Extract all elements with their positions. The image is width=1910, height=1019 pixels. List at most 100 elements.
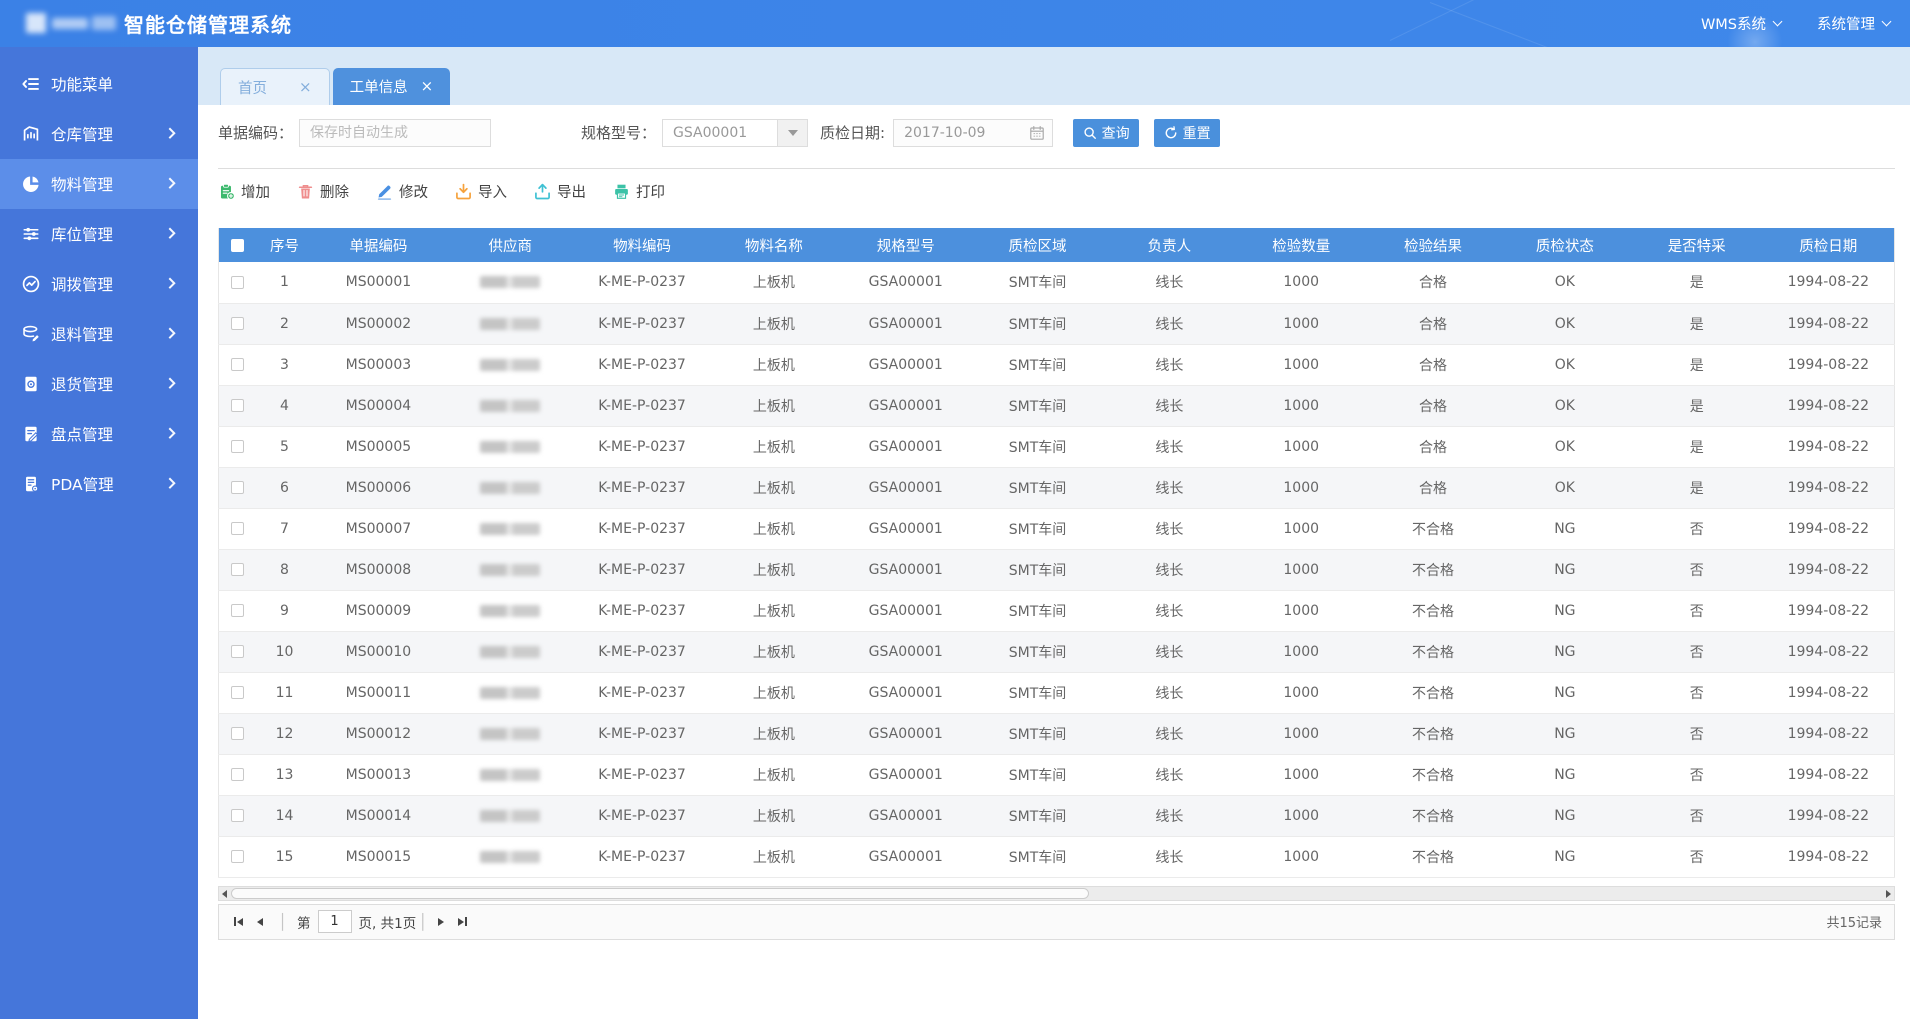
cell-单据编码: MS00012 — [312, 713, 445, 755]
scroll-right-icon[interactable] — [1886, 889, 1891, 898]
row-checkbox[interactable] — [231, 275, 245, 289]
sidebar-item-material[interactable]: 物料管理 — [0, 159, 198, 209]
chevron-right-icon — [164, 177, 176, 189]
last-page-button[interactable] — [455, 914, 470, 929]
edit-button[interactable]: 修改 — [376, 181, 428, 202]
cell-物料名称: 上板机 — [707, 426, 840, 468]
table-row[interactable]: 6 MS00006 K-ME-P-0237 上板机 GSA00001 SMT车间 线长 100… — [218, 467, 1895, 509]
table-row[interactable]: 1 MS00001 K-ME-P-0237 上板机 GSA00001 SMT车间 线长 100… — [218, 262, 1895, 304]
sidebar-item-warehouse[interactable]: 仓库管理 — [0, 109, 198, 159]
row-checkbox[interactable] — [231, 481, 245, 494]
table-row[interactable]: 11 MS00011 K-ME-P-0237 上板机 GSA00001 SMT车间 线长 10… — [218, 672, 1895, 714]
cell-质检状态: NG — [1498, 713, 1631, 755]
cell-检验数量: 1000 — [1235, 426, 1368, 468]
close-icon[interactable]: × — [299, 79, 312, 95]
cell-质检状态: NG — [1498, 795, 1631, 837]
export-button[interactable]: 导出 — [534, 181, 586, 202]
sidebar-item-location[interactable]: 库位管理 — [0, 209, 198, 259]
calendar-icon[interactable] — [1029, 125, 1045, 141]
print-icon — [613, 183, 630, 200]
table-row[interactable]: 10 MS00010 K-ME-P-0237 上板机 GSA00001 SMT车间 线长 10… — [218, 631, 1895, 673]
doc-code-input[interactable] — [299, 118, 492, 147]
cell-供应商 — [444, 590, 577, 632]
add-button[interactable]: 增加 — [218, 181, 270, 202]
scroll-left-icon[interactable] — [222, 889, 227, 898]
cell-负责人: 线长 — [1103, 344, 1236, 386]
first-page-button[interactable] — [231, 914, 246, 929]
table-header-row: 序号 单据编码 供应商 物料编码 物料名称 规格型号 质检区域 负责人 检验数量 检验结果 质检状态… — [218, 228, 1895, 262]
scrollbar-thumb[interactable] — [231, 887, 1089, 899]
row-checkbox[interactable] — [231, 727, 245, 740]
app-logo-blurred — [26, 10, 120, 38]
table-row[interactable]: 15 MS00015 K-ME-P-0237 上板机 GSA00001 SMT车间 线长 10… — [218, 836, 1895, 878]
select-all-checkbox[interactable] — [231, 238, 245, 252]
row-checkbox[interactable] — [231, 399, 245, 412]
tab-work-order[interactable]: 工单信息 × — [332, 68, 451, 105]
sidebar-item-material-return[interactable]: 退料管理 — [0, 309, 198, 359]
table-row[interactable]: 8 MS00008 K-ME-P-0237 上板机 GSA00001 SMT车间 线长 100… — [218, 549, 1895, 591]
cell-规格型号: GSA00001 — [839, 344, 972, 386]
row-checkbox[interactable] — [231, 686, 245, 699]
cell-检验结果: 不合格 — [1367, 590, 1499, 632]
table-row[interactable]: 3 MS00003 K-ME-P-0237 上板机 GSA00001 SMT车间 线长 100… — [218, 344, 1895, 386]
cell-物料编码: K-ME-P-0237 — [576, 426, 708, 468]
cell-质检日期: 1994-08-22 — [1762, 713, 1895, 755]
prev-page-button[interactable] — [254, 915, 266, 929]
row-checkbox[interactable] — [231, 645, 245, 658]
cell-检验数量: 1000 — [1235, 385, 1368, 427]
spec-input[interactable] — [663, 119, 778, 146]
row-checkbox[interactable] — [231, 809, 245, 822]
sidebar-item-function-menu[interactable]: 功能菜单 — [0, 59, 198, 109]
row-checkbox[interactable] — [231, 522, 245, 535]
row-checkbox[interactable] — [231, 440, 245, 453]
supplier-blurred-text — [480, 768, 541, 781]
search-button[interactable]: 查询 — [1073, 118, 1140, 147]
table-row[interactable]: 2 MS00002 K-ME-P-0237 上板机 GSA00001 SMT车间 线长 100… — [218, 303, 1895, 345]
page-number-input[interactable] — [317, 910, 352, 933]
next-page-button[interactable] — [435, 915, 447, 929]
header-menu-system[interactable]: 系统管理 — [1817, 13, 1892, 34]
sidebar-item-stocktake[interactable]: 盘点管理 — [0, 409, 198, 459]
sidebar-item-goods-return[interactable]: 退货管理 — [0, 359, 198, 409]
cell-负责人: 线长 — [1103, 426, 1236, 468]
sidebar-item-transfer[interactable]: 调拨管理 — [0, 259, 198, 309]
close-icon[interactable]: × — [421, 79, 434, 94]
cell-检验数量: 1000 — [1235, 754, 1368, 796]
cell-物料名称: 上板机 — [707, 385, 840, 427]
horizontal-scrollbar[interactable] — [218, 885, 1895, 901]
table-row[interactable]: 7 MS00007 K-ME-P-0237 上板机 GSA00001 SMT车间 线长 100… — [218, 508, 1895, 550]
delete-button[interactable]: 删除 — [297, 181, 349, 202]
row-checkbox[interactable] — [231, 604, 245, 617]
print-button[interactable]: 打印 — [613, 181, 665, 202]
table-row[interactable]: 12 MS00012 K-ME-P-0237 上板机 GSA00001 SMT车间 线长 10… — [218, 713, 1895, 755]
cell-质检日期: 1994-08-22 — [1762, 344, 1895, 386]
cell-物料名称: 上板机 — [707, 508, 840, 550]
cell-质检区域: SMT车间 — [971, 795, 1104, 837]
cell-负责人: 线长 — [1103, 672, 1236, 714]
row-checkbox[interactable] — [231, 768, 245, 781]
row-checkbox[interactable] — [231, 358, 245, 371]
cell-供应商 — [444, 631, 577, 673]
pie-chart-icon — [22, 175, 40, 193]
row-select-cell — [218, 303, 257, 345]
table-row[interactable]: 13 MS00013 K-ME-P-0237 上板机 GSA00001 SMT车间 线长 10… — [218, 754, 1895, 796]
cell-负责人: 线长 — [1103, 467, 1236, 509]
tab-home[interactable]: 首页 × — [220, 68, 330, 105]
table-row[interactable]: 14 MS00014 K-ME-P-0237 上板机 GSA00001 SMT车间 线长 10… — [218, 795, 1895, 837]
table-row[interactable]: 9 MS00009 K-ME-P-0237 上板机 GSA00001 SMT车间 线长 100… — [218, 590, 1895, 632]
row-select-cell — [218, 508, 257, 550]
table-row[interactable]: 5 MS00005 K-ME-P-0237 上板机 GSA00001 SMT车间 线长 100… — [218, 426, 1895, 468]
spec-dropdown-button[interactable] — [777, 119, 808, 146]
sidebar-item-pda[interactable]: PDA管理 — [0, 459, 198, 509]
cell-质检区域: SMT车间 — [971, 467, 1104, 509]
cell-序号: 9 — [256, 590, 313, 632]
row-checkbox[interactable] — [231, 563, 245, 576]
row-checkbox[interactable] — [231, 317, 245, 330]
row-checkbox[interactable] — [231, 850, 245, 863]
cell-序号: 3 — [256, 344, 313, 386]
sidebar-item-label: PDA管理 — [51, 476, 114, 494]
import-button[interactable]: 导入 — [455, 181, 507, 202]
reset-button[interactable]: 重置 — [1154, 118, 1221, 147]
table-row[interactable]: 4 MS00004 K-ME-P-0237 上板机 GSA00001 SMT车间 线长 100… — [218, 385, 1895, 427]
cell-物料名称: 上板机 — [707, 836, 840, 878]
